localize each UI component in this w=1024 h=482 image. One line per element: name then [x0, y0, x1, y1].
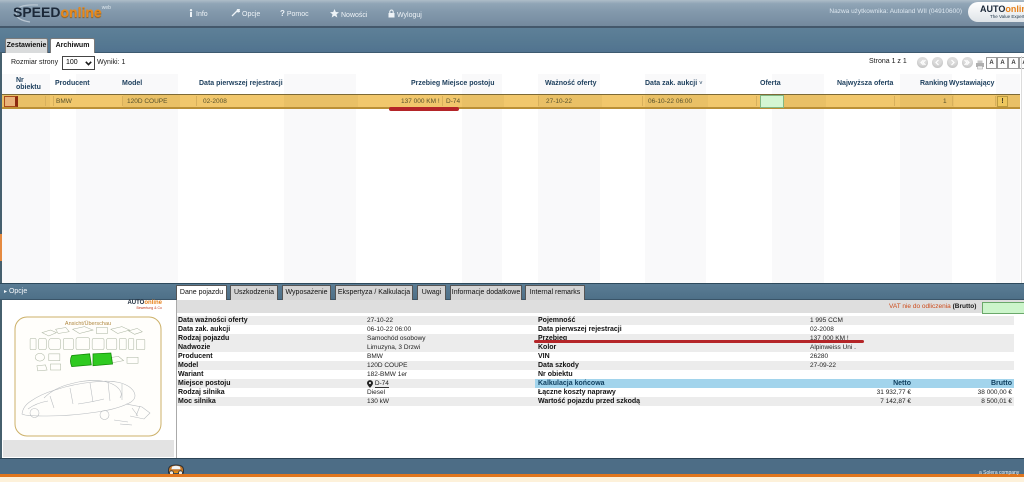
- svg-text:Ansicht/Überschau: Ansicht/Überschau: [65, 320, 111, 327]
